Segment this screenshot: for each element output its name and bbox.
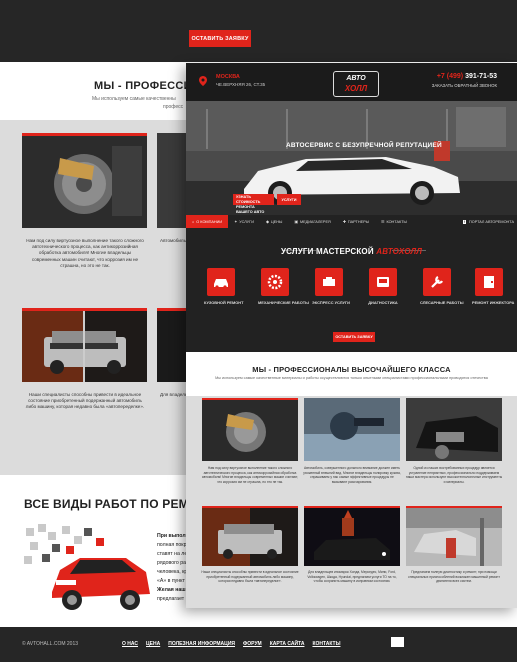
screenshot-stage: ОСТАВИТЬ ЗАЯВКУ МЫ - ПРОФЕССИОНА Мы испо… [0, 0, 517, 662]
back-photo-brake [22, 133, 147, 228]
partners-icon: ✚ [342, 220, 346, 224]
footer-link-info[interactable]: ПОЛЕЗНАЯ ИНФОРМАЦИЯ [168, 641, 235, 647]
nav-media[interactable]: ▣ МЕДИАГАЛЕРЕЯ [288, 215, 336, 228]
pro-title: МЫ - ПРОФЕССИОНАЛЫ ВЫСОЧАЙШЕГО КЛАССА [252, 365, 451, 374]
wrench-icon: ✦ [234, 220, 238, 224]
back-photo-partial-2 [157, 308, 187, 382]
tag-icon: ◆ [265, 220, 269, 224]
back-cta-button[interactable]: ОСТАВИТЬ ЗАЯВКУ [189, 30, 251, 47]
pro-photo-night [304, 506, 400, 566]
services-cta-button[interactable]: ОСТАВИТЬ ЗАЯВКУ [333, 332, 375, 342]
services-title: УСЛУГИ МАСТЕРСКОЙ АВТОХОЛЛ [280, 247, 423, 256]
service-diagnostics[interactable]: ДИАГНОСТИКА [366, 268, 400, 305]
hero-price-button[interactable]: УЗНАТЬ СТОИМОСТЬ РЕМОНТА ВАШЕГО АВТО [233, 194, 274, 214]
back-works-text: При выполн полная покр ставят на ле рядо… [157, 533, 189, 602]
back-caption-3: Наши специалисты способны привести в иде… [25, 392, 145, 410]
pro-photo-audi [406, 398, 502, 461]
door-icon [484, 276, 494, 288]
header-phone: +7 (499) 391-71-53 [436, 73, 497, 80]
front-page: МОСКВА ЧЕ.ВЕРХНЯЯ 26, СТ.35 АВТО ХОЛЛ +7… [186, 63, 517, 608]
footer-link-forum[interactable]: ФОРУМ [243, 641, 262, 647]
contacts-icon: ☰ [381, 220, 385, 224]
hero-title: АВТОСЕРВИС С БЕЗУПРЕЧНОЙ РЕПУТАЦИЕЙ [286, 142, 442, 149]
pro-caption-3: Одной из наших востребованных процедур я… [405, 466, 503, 484]
back-caption-1: Нам под силу виртуозное выполнение таког… [26, 238, 144, 268]
header-city: МОСКВА [216, 74, 240, 80]
service-mechanical[interactable]: МЕХАНИЧЕСКИЕ РАБОТЫ [258, 268, 309, 305]
main-nav: ⌂ О КОМПАНИИ ✦ УСЛУГИ ◆ ЦЕНЫ ▣ МЕДИАГАЛЕРЕЯ … [186, 215, 517, 228]
footer-copyright: © AVTOHALL.COM 2013 [22, 641, 79, 647]
back-pro-subtitle: Мы используем самые качественны [92, 96, 176, 102]
header-address: ЧЕ.ВЕРХНЯЯ 26, СТ.35 [216, 82, 266, 87]
back-top-band [0, 0, 517, 62]
pro-photo-workshop [406, 506, 502, 566]
wrench-icon [431, 276, 443, 288]
site-header: МОСКВА ЧЕ.ВЕРХНЯЯ 26, СТ.35 АВТО ХОЛЛ +7… [186, 63, 517, 101]
services-section: УСЛУГИ МАСТЕРСКОЙ АВТОХОЛЛ КУЗОВНОЙ РЕМО… [186, 228, 517, 352]
service-locksmith[interactable]: СЛЕСАРНЫЕ РАБОТЫ [420, 268, 464, 305]
pro-caption-4: Наши специалисты способны привести в иде… [201, 570, 299, 584]
location-pin-icon [199, 76, 207, 86]
nav-prices[interactable]: ◆ ЦЕНЫ [260, 215, 288, 228]
nav-contacts[interactable]: ☰ КОНТАКТЫ [375, 215, 413, 228]
pro-photo-landrover [202, 506, 298, 566]
callback-link[interactable]: ЗАКАЗАТЬ ОБРАТНЫЙ ЗВОНОК [432, 83, 497, 88]
service-express[interactable]: ЭКСПРЕСС УСЛУГИ [312, 268, 350, 305]
service-body-repair[interactable]: КУЗОВНОЙ РЕМОНТ [204, 268, 243, 305]
pro-subtitle: Мы используем самые качественные материа… [215, 376, 488, 380]
gear-icon [267, 274, 283, 290]
pro-photo-polish [304, 398, 400, 461]
footer-link-about[interactable]: О НАС [122, 641, 138, 647]
pro-caption-6: Предлагаем полную диагностику и ремонт, … [408, 570, 500, 584]
back-caption-2: Автомобиль должен имет владельцы полиров… [160, 238, 188, 243]
footer-link-price[interactable]: ЦЕНА [146, 641, 160, 647]
back-pro-subtitle-2: професс [163, 104, 184, 110]
pro-caption-1: Нам под силу виртуозное выполнение таког… [201, 466, 299, 484]
pro-section: МЫ - ПРОФЕССИОНАЛЫ ВЫСОЧАЙШЕГО КЛАССА Мы… [186, 352, 517, 608]
media-icon: ▣ [294, 220, 298, 224]
back-caption-4: Для владельц Mini, Ford, Volk на то, что… [160, 392, 188, 397]
engine-icon [323, 277, 335, 286]
site-logo[interactable]: АВТО ХОЛЛ [333, 71, 379, 97]
hero-services-button[interactable]: УСЛУГИ [277, 194, 301, 205]
footer-link-contacts[interactable]: КОНТАКТЫ [312, 641, 340, 647]
nav-about[interactable]: ⌂ О КОМПАНИИ [186, 215, 229, 228]
pro-caption-2: Автомобиль, совершенного должного вниман… [303, 466, 401, 484]
nav-partners[interactable]: ✚ ПАРТНЕРЫ [337, 215, 375, 228]
pro-photo-brake [202, 398, 298, 461]
footer-link-sitemap[interactable]: КАРТА САЙТА [270, 641, 305, 647]
diagnostics-icon [377, 277, 389, 287]
car-icon [214, 279, 228, 288]
footer-nav: О НАС ЦЕНА ПОЛЕЗНАЯ ИНФОРМАЦИЯ ФОРУМ КАР… [122, 641, 340, 647]
service-injector[interactable]: РЕМОНТ ИНЖЕКТОРА [472, 268, 514, 305]
pro-caption-5: Для владельцев иномарок Хонда, Мерседес,… [307, 570, 397, 584]
nav-services[interactable]: ✦ УСЛУГИ [228, 215, 260, 228]
back-puzzle-car-image [22, 522, 154, 614]
portal-link[interactable]: f ПОРТАЛ АВТОРЕМОНТА [462, 215, 517, 228]
portal-badge-icon: f [462, 219, 467, 224]
footer-counter-badge[interactable] [391, 637, 404, 647]
back-photo-landrover [22, 308, 147, 382]
back-photo-partial [157, 133, 187, 228]
home-icon: ⌂ [192, 219, 195, 224]
